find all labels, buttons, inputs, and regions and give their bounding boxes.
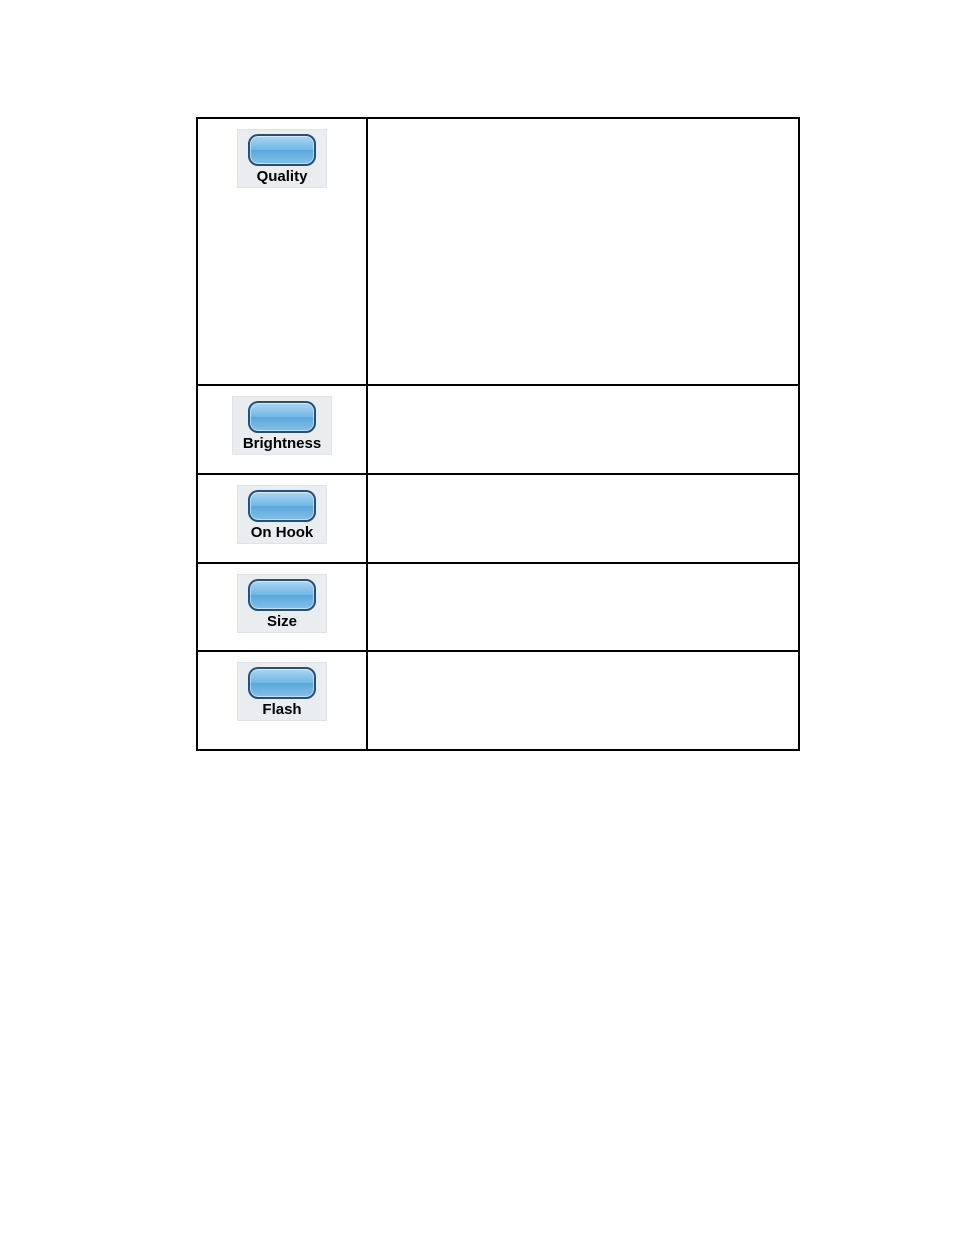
button-icon-bg: Flash <box>237 662 327 721</box>
button-wrap: Quality <box>206 129 358 188</box>
table-row: Flash <box>197 651 799 750</box>
size-button[interactable] <box>248 579 316 611</box>
table-row: Size <box>197 563 799 651</box>
cell-desc <box>367 474 799 563</box>
button-label: Brightness <box>243 435 321 452</box>
quality-button[interactable] <box>248 134 316 166</box>
cell-desc <box>367 385 799 474</box>
table-row: Brightness <box>197 385 799 474</box>
buttons-table: Quality Brightness <box>196 117 800 751</box>
cell-button: Brightness <box>197 385 367 474</box>
button-icon-bg: On Hook <box>237 485 327 544</box>
button-icon-bg: Size <box>237 574 327 633</box>
button-label: On Hook <box>251 524 314 541</box>
cell-button: Quality <box>197 118 367 385</box>
table-row: On Hook <box>197 474 799 563</box>
cell-desc <box>367 563 799 651</box>
button-wrap: Size <box>206 574 358 633</box>
cell-button: Flash <box>197 651 367 750</box>
button-wrap: Brightness <box>206 396 358 455</box>
cell-desc <box>367 651 799 750</box>
on-hook-button[interactable] <box>248 490 316 522</box>
brightness-button[interactable] <box>248 401 316 433</box>
button-icon-bg: Brightness <box>232 396 332 455</box>
flash-button[interactable] <box>248 667 316 699</box>
page: Quality Brightness <box>0 0 954 1235</box>
button-wrap: On Hook <box>206 485 358 544</box>
button-wrap: Flash <box>206 662 358 721</box>
table-row: Quality <box>197 118 799 385</box>
button-label: Flash <box>262 701 301 718</box>
cell-button: Size <box>197 563 367 651</box>
button-label: Quality <box>257 168 308 185</box>
cell-button: On Hook <box>197 474 367 563</box>
button-icon-bg: Quality <box>237 129 327 188</box>
button-label: Size <box>267 613 297 630</box>
cell-desc <box>367 118 799 385</box>
